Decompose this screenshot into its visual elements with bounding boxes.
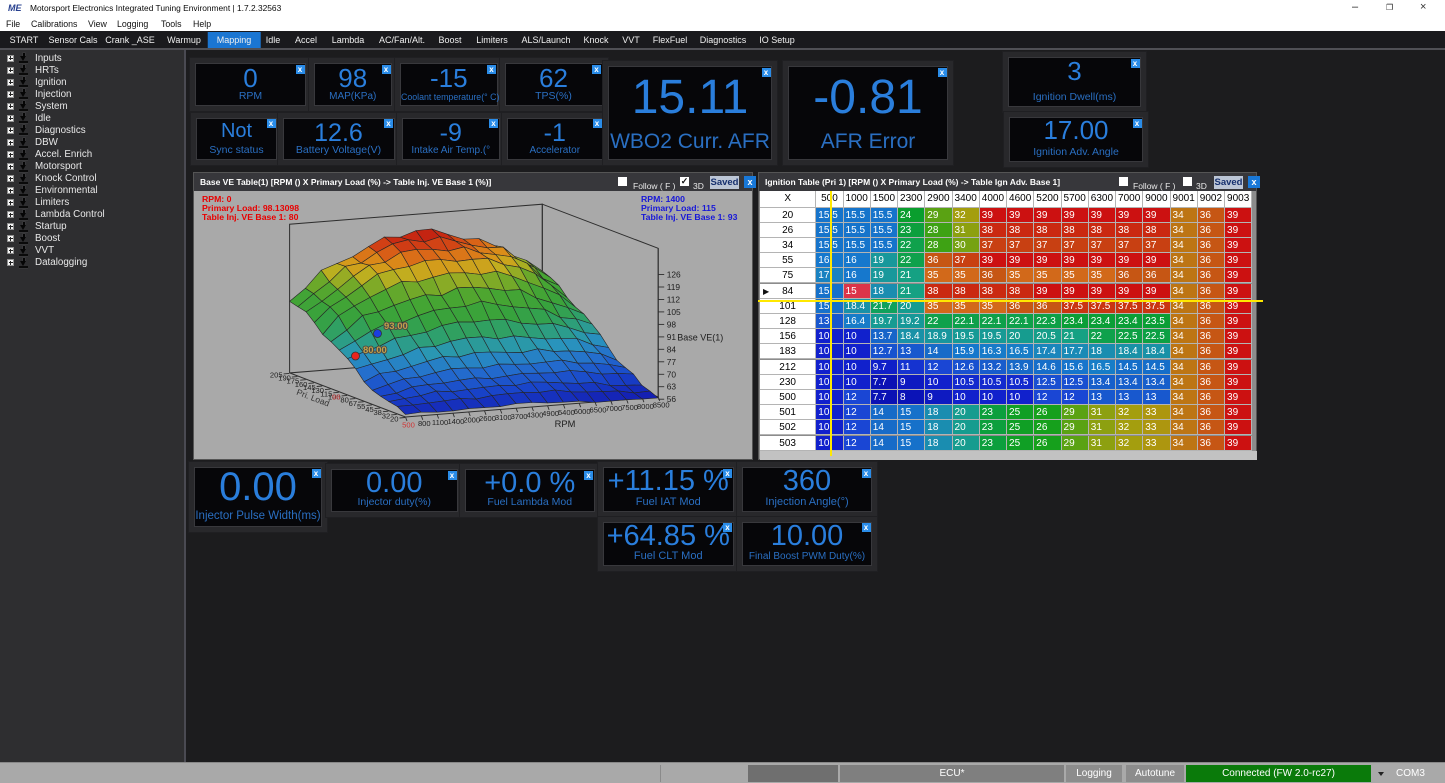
svg-text:2600: 2600 [479, 414, 496, 423]
svg-text:80.00: 80.00 [363, 345, 387, 356]
svg-text:70: 70 [667, 369, 677, 379]
svg-text:105: 105 [667, 307, 681, 317]
svg-text:98: 98 [332, 392, 340, 401]
svg-text:4900: 4900 [542, 409, 559, 418]
svg-text:6000: 6000 [574, 407, 591, 416]
svg-text:56: 56 [667, 394, 677, 404]
svg-text:Base VE(1): Base VE(1) [677, 333, 723, 343]
svg-text:45: 45 [365, 405, 373, 414]
svg-text:80: 80 [340, 396, 348, 405]
svg-text:38: 38 [373, 408, 381, 417]
svg-text:20: 20 [390, 415, 398, 424]
svg-text:500: 500 [402, 421, 415, 430]
svg-text:63: 63 [667, 382, 677, 392]
svg-text:7500: 7500 [621, 403, 638, 412]
svg-text:4300: 4300 [526, 411, 543, 420]
svg-text:6500: 6500 [590, 406, 607, 415]
svg-text:84: 84 [667, 344, 677, 354]
svg-text:3100: 3100 [495, 413, 512, 422]
svg-text:126: 126 [667, 270, 681, 280]
svg-text:800: 800 [418, 419, 431, 428]
svg-text:98: 98 [667, 319, 677, 329]
svg-text:8000: 8000 [637, 402, 654, 411]
svg-text:32: 32 [382, 411, 390, 420]
svg-text:7000: 7000 [605, 404, 622, 413]
svg-text:119: 119 [667, 282, 681, 292]
svg-text:55: 55 [357, 402, 365, 411]
svg-text:93.00: 93.00 [384, 321, 408, 332]
svg-text:77: 77 [667, 357, 677, 367]
svg-text:2000: 2000 [463, 416, 480, 425]
svg-text:3700: 3700 [511, 412, 528, 421]
svg-text:5400: 5400 [558, 408, 575, 417]
svg-text:1400: 1400 [447, 417, 464, 426]
svg-text:1100: 1100 [432, 418, 448, 427]
svg-text:112: 112 [667, 295, 681, 305]
svg-text:67: 67 [349, 399, 357, 408]
svg-text:91: 91 [667, 332, 677, 342]
svg-text:RPM: RPM [555, 419, 576, 429]
